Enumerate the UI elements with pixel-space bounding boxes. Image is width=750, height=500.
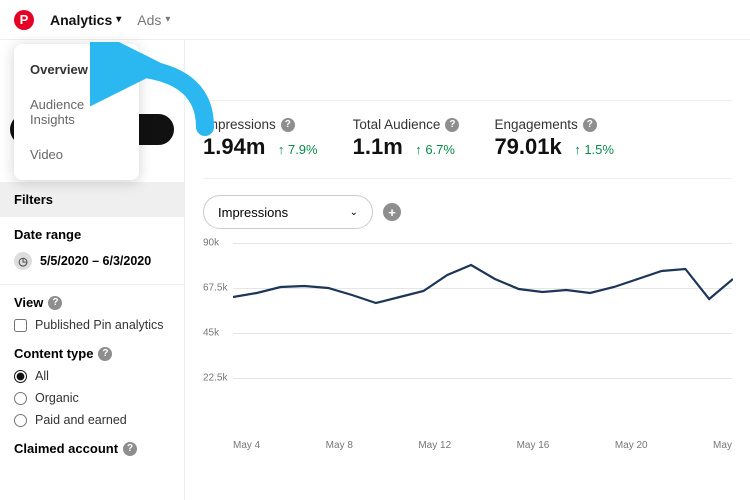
metric-value: 1.1m — [353, 134, 403, 160]
content-type-all[interactable]: All — [0, 365, 184, 387]
claimed-account-title: Claimed account ? — [0, 431, 184, 460]
metrics-row: Impressions? 1.94m ↑ 7.9% Total Audience… — [203, 100, 732, 179]
dropdown-item-video[interactable]: Video — [14, 137, 139, 172]
date-range-picker[interactable]: ◷ 5/5/2020 – 6/3/2020 — [0, 246, 184, 285]
metric-total-audience[interactable]: Total Audience? 1.1m ↑ 6.7% — [353, 117, 460, 160]
arrow-up-icon: ↑ — [574, 142, 581, 157]
y-tick-label: 90k — [203, 238, 219, 249]
help-icon[interactable]: ? — [48, 296, 62, 310]
x-tick-label: May — [713, 440, 732, 451]
metric-delta: ↑ 6.7% — [415, 142, 455, 157]
metric-value: 1.94m — [203, 134, 265, 160]
x-tick-label: May 20 — [615, 440, 648, 451]
analytics-nav-label: Analytics — [50, 12, 112, 28]
date-range-title: Date range — [0, 217, 184, 246]
y-tick-label: 67.5k — [203, 283, 227, 294]
content-type-paid[interactable]: Paid and earned — [0, 409, 184, 431]
metric-impressions[interactable]: Impressions? 1.94m ↑ 7.9% — [203, 117, 318, 160]
add-metric-button[interactable]: + — [383, 203, 401, 221]
arrow-up-icon: ↑ — [415, 142, 422, 157]
dropdown-item-audience-insights[interactable]: Audience Insights — [14, 87, 139, 137]
content-type-title: Content type ? — [0, 336, 184, 365]
help-icon[interactable]: ? — [445, 118, 459, 132]
chart-metric-select[interactable]: Impressions ⌄ — [203, 195, 373, 229]
chevron-down-icon: ▾ — [165, 14, 170, 25]
content-type-organic[interactable]: Organic — [0, 387, 184, 409]
ads-nav-label: Ads — [137, 12, 161, 28]
analytics-dropdown: Overview Audience Insights Video — [14, 44, 139, 180]
date-range-value: 5/5/2020 – 6/3/2020 — [40, 254, 151, 268]
metric-engagements[interactable]: Engagements? 79.01k ↑ 1.5% — [494, 117, 614, 160]
y-tick-label: 45k — [203, 328, 219, 339]
arrow-up-icon: ↑ — [278, 142, 285, 157]
top-nav: P Analytics ▾ Ads ▾ — [0, 0, 750, 40]
x-tick-label: May 12 — [418, 440, 451, 451]
x-tick-label: May 4 — [233, 440, 260, 451]
pinterest-logo-icon: P — [14, 10, 34, 30]
x-tick-label: May 16 — [517, 440, 550, 451]
filters-header: Filters — [0, 182, 184, 217]
impressions-chart: 90k67.5k45k22.5k May 4May 8May 12May 16M… — [203, 243, 732, 443]
help-icon[interactable]: ? — [123, 442, 137, 456]
dropdown-item-overview[interactable]: Overview — [14, 52, 139, 87]
published-pin-checkbox[interactable]: Published Pin analytics — [0, 314, 184, 336]
metric-delta: ↑ 7.9% — [278, 142, 318, 157]
help-icon[interactable]: ? — [583, 118, 597, 132]
main-content: Impressions? 1.94m ↑ 7.9% Total Audience… — [185, 40, 750, 500]
view-title: View ? — [0, 285, 184, 314]
chevron-down-icon: ⌄ — [350, 207, 358, 218]
help-icon[interactable]: ? — [281, 118, 295, 132]
analytics-nav-button[interactable]: Analytics ▾ — [50, 12, 121, 28]
x-tick-label: May 8 — [326, 440, 353, 451]
clock-icon: ◷ — [14, 252, 32, 270]
metric-value: 79.01k — [494, 134, 561, 160]
ads-nav-button[interactable]: Ads ▾ — [137, 12, 170, 28]
help-icon[interactable]: ? — [98, 347, 112, 361]
metric-delta: ↑ 1.5% — [574, 142, 614, 157]
y-tick-label: 22.5k — [203, 373, 227, 384]
chevron-down-icon: ▾ — [116, 14, 121, 25]
